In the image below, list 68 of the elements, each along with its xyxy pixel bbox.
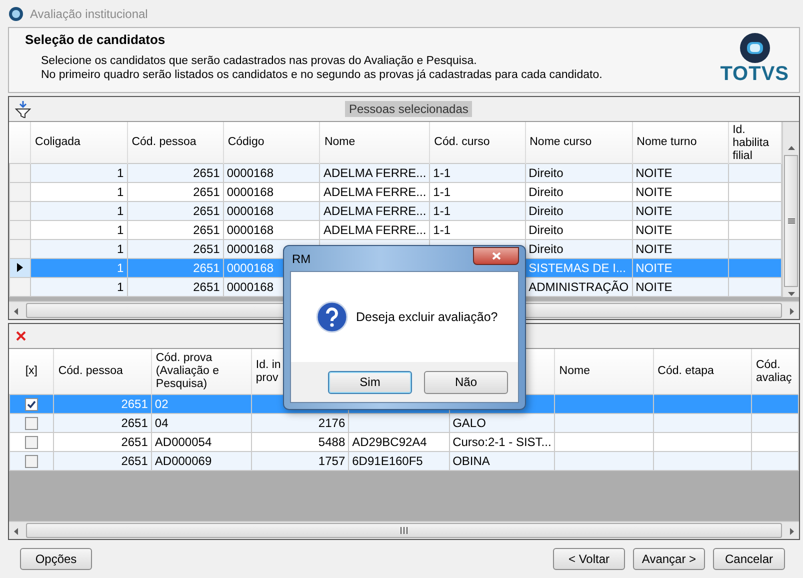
table-cell: ADELMA FERRE... — [320, 164, 430, 182]
down-arrow-icon — [788, 290, 794, 297]
table-cell: 02 — [151, 394, 252, 414]
up-arrow-icon — [788, 145, 794, 152]
row-header-corner — [10, 122, 31, 164]
table-cell: 2651 — [54, 394, 152, 414]
column-header[interactable]: Cód. avaliaç — [751, 349, 798, 394]
window-title: Avaliação institucional — [30, 6, 148, 20]
filter-icon[interactable] — [15, 100, 31, 118]
current-row-icon — [17, 263, 23, 272]
column-header[interactable]: Nome turno — [632, 122, 728, 164]
column-header[interactable]: Cód. pessoa — [127, 122, 224, 164]
table-row[interactable]: 1 2651 0000168 ADELMA FERRE... 1-1 Direito NOITE — [10, 164, 782, 182]
right-arrow-icon — [788, 308, 795, 314]
right-arrow-icon — [788, 528, 795, 534]
grip-icon — [399, 527, 409, 534]
table-cell: 2651 — [127, 164, 224, 182]
checkbox[interactable] — [25, 417, 38, 430]
table-row[interactable]: 1 2651 0000168 ADELMA FERRE... 1-1 Direito NOITE — [10, 182, 782, 202]
table-cell: NOITE — [632, 164, 728, 182]
description-text: Selecione os candidatos que serão cadastrados nas provas do Avaliação e Pesquisa. — [40, 54, 478, 68]
dialog-message: Deseja excluir avaliação? — [356, 310, 498, 324]
table-row[interactable]: 2651 AD000054 5488 AD29BC92A4 Curso:2-1 - SIST... — [10, 432, 798, 452]
column-header[interactable]: Nome — [320, 122, 430, 164]
table-cell: 1 — [30, 164, 128, 182]
wizard-button[interactable]: < Voltar — [553, 548, 625, 570]
column-header[interactable]: Cód. pessoa — [54, 349, 152, 394]
column-header[interactable]: Cód. curso — [430, 122, 526, 164]
wizard-button[interactable]: Cancelar — [713, 548, 785, 570]
table-row[interactable]: 1 2651 0000168 ADELMA FERRE... 1-1 Direito NOITE — [10, 202, 782, 220]
left-arrow-icon — [13, 308, 20, 314]
delete-icon[interactable] — [15, 330, 27, 342]
horizontal-scrollbar[interactable] — [9, 521, 799, 539]
app-icon — [8, 6, 24, 22]
left-arrow-icon — [13, 528, 20, 534]
page-title: Seleção de candidatos — [25, 32, 166, 47]
column-header[interactable]: Id. in prov — [256, 358, 284, 384]
column-header[interactable]: Cód. etapa — [653, 349, 752, 394]
grid-caption: Pessoas selecionadas — [345, 101, 472, 117]
table-row[interactable]: 1 2651 0000168 ADELMA FERRE... 1-1 Direito NOITE — [10, 220, 782, 240]
options-button[interactable]: Opções — [20, 548, 92, 570]
close-button[interactable] — [473, 246, 519, 264]
checkbox[interactable] — [25, 455, 38, 468]
column-header[interactable]: Id. habilita filial — [728, 122, 782, 164]
column-header[interactable]: Cód. prova (Avaliação e Pesquisa) — [151, 349, 252, 394]
table-cell: 1-1 — [430, 164, 526, 182]
row-indicator[interactable] — [10, 258, 31, 278]
table-cell: Direito — [525, 164, 632, 182]
vertical-scrollbar[interactable] — [782, 122, 799, 297]
logo-text: TOTVS — [720, 64, 789, 84]
checkbox[interactable] — [25, 398, 38, 412]
dialog-button[interactable]: Não — [424, 370, 508, 394]
checkbox[interactable] — [25, 436, 38, 450]
wizard-button[interactable]: Avançar > — [633, 548, 705, 570]
logo-icon — [738, 32, 771, 64]
column-header[interactable]: Código — [223, 122, 320, 164]
close-icon — [492, 252, 500, 260]
description-text: No primeiro quadro serão listados os candidatos e no segundo as provas já cadastradas para cada candidato. — [40, 68, 602, 82]
grip-icon — [788, 217, 794, 225]
column-header[interactable]: Coligada — [30, 122, 128, 164]
table-row[interactable]: 2651 AD000069 1757 6D91E160F5 OBINA — [10, 452, 798, 470]
dialog-button[interactable]: Sim — [328, 370, 412, 394]
column-header[interactable]: Nome — [554, 349, 654, 394]
column-header[interactable]: Nome curso — [525, 122, 632, 164]
table-cell: 0000168 — [223, 164, 320, 182]
table-row[interactable]: 2651 04 2176 GALO — [10, 414, 798, 432]
column-header[interactable]: [x] — [10, 349, 54, 394]
question-icon — [316, 301, 348, 333]
